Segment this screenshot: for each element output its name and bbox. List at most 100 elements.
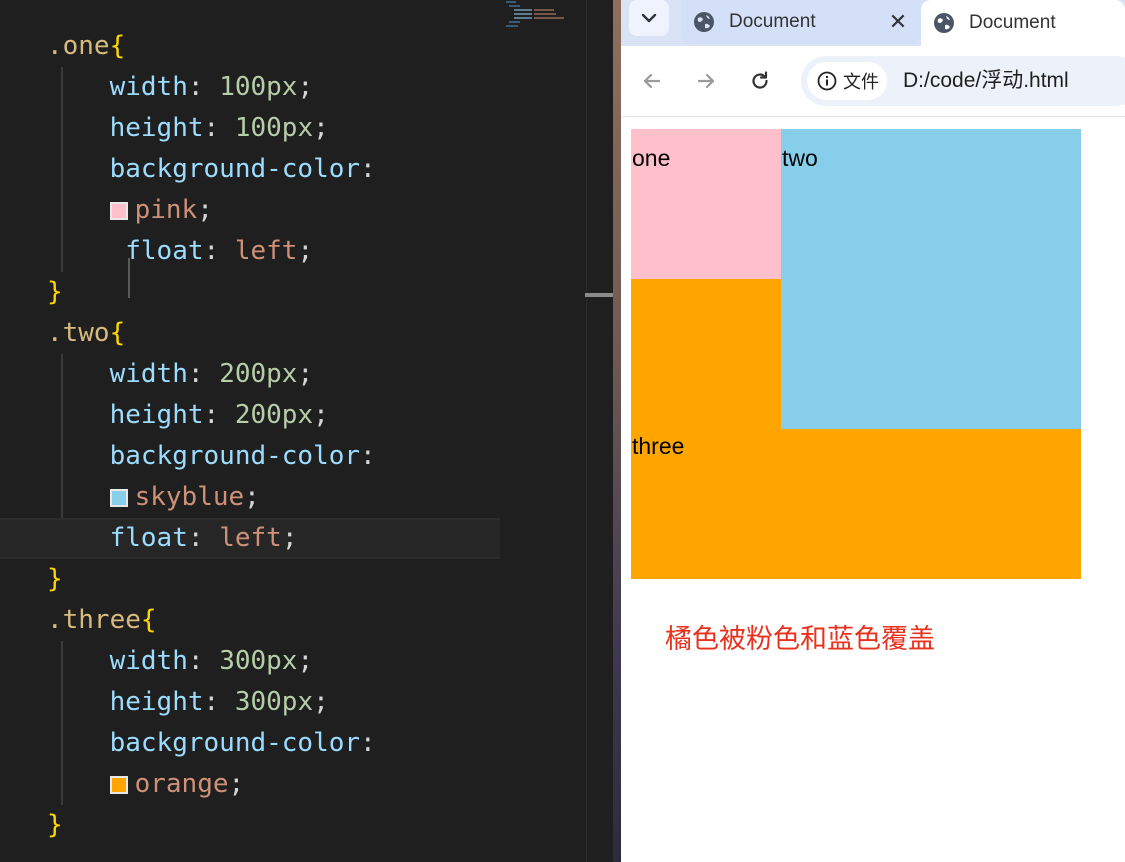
editor-scrollbar[interactable]	[586, 0, 613, 862]
code-line[interactable]: width: 200px;	[0, 354, 500, 395]
code-token: width	[109, 359, 188, 389]
code-token: float	[109, 523, 188, 553]
code-token: 300px	[219, 646, 298, 676]
code-token: {	[109, 318, 126, 348]
code-line[interactable]: width: 300px;	[0, 641, 500, 682]
forward-button[interactable]	[691, 66, 721, 96]
code-token: .three	[46, 605, 141, 635]
code-token: :	[203, 113, 235, 143]
code-line[interactable]: .three{	[0, 600, 500, 641]
code-token: ;	[313, 687, 329, 717]
reload-button[interactable]	[745, 66, 775, 96]
code-token: orange	[134, 769, 229, 799]
chevron-down-icon	[641, 13, 657, 23]
code-token: :	[360, 728, 376, 758]
code-token: }	[46, 277, 63, 307]
code-line[interactable]: }	[0, 272, 500, 313]
arrow-right-icon	[697, 73, 715, 89]
code-token: :	[203, 400, 235, 430]
box-two-label: two	[782, 145, 818, 171]
code-token: ;	[297, 646, 314, 676]
code-line[interactable]: width: 100px;	[0, 67, 500, 108]
code-token: {	[109, 31, 126, 61]
code-token: ;	[197, 195, 213, 225]
code-editor[interactable]: .one{ width: 100px; height: 100px; backg…	[0, 0, 613, 862]
code-line[interactable]: orange;	[0, 764, 500, 805]
code-token: ;	[297, 236, 314, 266]
code-token: skyblue	[134, 482, 245, 512]
box-two: two	[781, 129, 1081, 429]
site-info-button[interactable]: 文件	[807, 62, 887, 100]
code-token: }	[46, 564, 63, 594]
tab-search-button[interactable]	[629, 0, 669, 36]
color-swatch[interactable]	[109, 489, 128, 507]
code-line[interactable]: background-color:	[0, 436, 500, 477]
code-token: left	[219, 523, 282, 553]
color-swatch[interactable]	[109, 776, 128, 794]
code-token: height	[109, 687, 204, 717]
code-token: {	[140, 605, 157, 635]
minimap[interactable]	[506, 0, 578, 30]
code-line[interactable]: .one{	[0, 26, 500, 67]
info-icon	[817, 71, 837, 91]
code-token: float	[125, 236, 204, 266]
color-swatch[interactable]	[109, 202, 128, 220]
code-token: left	[234, 236, 298, 266]
site-info-label: 文件	[843, 72, 879, 92]
code-token: :	[187, 359, 220, 389]
code-token: ;	[297, 72, 314, 102]
code-line[interactable]: float: left;	[0, 518, 500, 559]
code-line[interactable]: skyblue;	[0, 477, 500, 518]
code-token: }	[46, 810, 63, 840]
tab-strip: Document ✕ Document	[621, 0, 1125, 46]
tab-document-2[interactable]: Document	[921, 0, 1125, 46]
code-token: :	[187, 523, 220, 553]
browser-toolbar: 文件 D:/code/浮动.html	[621, 46, 1125, 117]
code-token: :	[203, 236, 235, 266]
code-token: background-color	[109, 728, 361, 758]
url-text[interactable]: D:/code/浮动.html	[903, 56, 1069, 106]
browser-window: Document ✕ Document 文件 D:/code/浮动.html o…	[621, 0, 1125, 862]
code-line[interactable]: background-color:	[0, 723, 500, 764]
code-line[interactable]: }	[0, 805, 500, 846]
code-line[interactable]: float: left;	[0, 231, 500, 272]
code-line[interactable]: background-color:	[0, 149, 500, 190]
editor-scroll-thumb[interactable]	[585, 293, 613, 297]
address-bar[interactable]: 文件 D:/code/浮动.html	[801, 56, 1125, 106]
arrow-left-icon	[643, 73, 661, 89]
code-line[interactable]: height: 200px;	[0, 395, 500, 436]
close-icon[interactable]: ✕	[885, 9, 911, 35]
back-button[interactable]	[637, 66, 667, 96]
reload-icon	[752, 71, 768, 89]
code-lines[interactable]: .one{ width: 100px; height: 100px; backg…	[0, 26, 500, 846]
code-line[interactable]: height: 300px;	[0, 682, 500, 723]
annotation-text: 橘色被粉色和蓝色覆盖	[665, 624, 935, 655]
code-token: height	[109, 113, 204, 143]
tab-document-1[interactable]: Document ✕	[681, 0, 921, 44]
code-token: :	[203, 687, 235, 717]
code-token: 300px	[234, 687, 314, 717]
code-token: 100px	[234, 113, 314, 143]
code-token: .one	[46, 31, 110, 61]
code-token: height	[109, 400, 204, 430]
code-line[interactable]: }	[0, 559, 500, 600]
tab-title: Document	[729, 11, 816, 32]
code-token: ;	[244, 482, 260, 512]
code-line[interactable]: height: 100px;	[0, 108, 500, 149]
code-line[interactable]: .two{	[0, 313, 500, 354]
code-token: ;	[313, 113, 329, 143]
code-line[interactable]: pink;	[0, 190, 500, 231]
code-token: ;	[281, 523, 298, 553]
page-content: one two three 橘色被粉色和蓝色覆盖	[621, 117, 1125, 862]
code-token: background-color	[109, 441, 361, 471]
box-one-label: one	[632, 145, 671, 171]
